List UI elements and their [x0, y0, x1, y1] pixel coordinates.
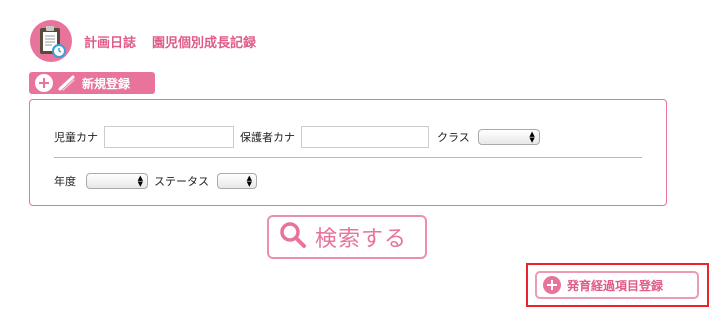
growth-item-register-button[interactable]: 発育経過項目登録: [535, 271, 699, 299]
class-label: クラス: [437, 131, 470, 144]
class-select[interactable]: ▲ ▼: [477, 129, 540, 145]
clipboard-icon: [30, 20, 72, 62]
plus-icon: [543, 276, 561, 294]
growth-item-register-label: 発育経過項目登録: [567, 278, 664, 293]
new-registration-button[interactable]: 新規登録: [29, 72, 155, 94]
status-select[interactable]: ▲ ▼: [217, 173, 257, 189]
form-divider: [54, 157, 642, 158]
search-button[interactable]: 検索する: [267, 215, 427, 259]
search-row-names: 児童カナ 保護者カナ クラス ▲ ▼: [54, 126, 540, 148]
page-header: 計画日誌 園児個別成長記録: [30, 18, 256, 64]
year-label: 年度: [54, 175, 76, 188]
page-title: 計画日誌: [84, 35, 137, 51]
search-row-filters: 年度 ▲ ▼ ステータス ▲ ▼: [54, 173, 257, 189]
select-arrows-icon: ▲ ▼: [246, 174, 252, 188]
guardian-kana-input[interactable]: [301, 126, 429, 148]
pencil-icon: [58, 75, 76, 91]
search-form: 児童カナ 保護者カナ クラス ▲ ▼ 年度 ▲ ▼ ステータス ▲ ▼: [29, 99, 667, 206]
guardian-kana-label: 保護者カナ: [240, 131, 295, 144]
magnifier-icon: [279, 221, 307, 253]
child-kana-input[interactable]: [104, 126, 234, 148]
child-kana-label: 児童カナ: [54, 131, 98, 144]
new-registration-label: 新規登録: [82, 76, 131, 91]
page-subtitle: 園児個別成長記録: [152, 35, 257, 51]
status-label: ステータス: [154, 175, 209, 188]
search-button-label: 検索する: [315, 227, 408, 252]
year-select[interactable]: ▲ ▼: [86, 173, 148, 189]
select-arrows-icon: ▲ ▼: [137, 174, 143, 188]
plus-icon: [35, 74, 53, 92]
select-arrows-icon: ▲ ▼: [529, 130, 535, 144]
